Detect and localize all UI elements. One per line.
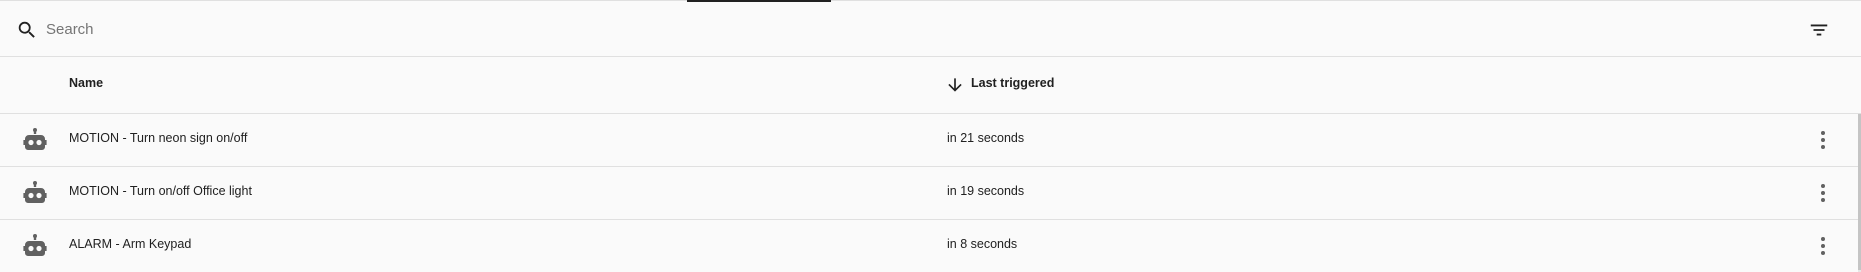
automation-list-page: Name Last triggered MOTION - Turn neon s… [0, 0, 1861, 272]
column-header-name[interactable]: Name [69, 76, 103, 90]
automation-name: MOTION - Turn neon sign on/off [69, 131, 248, 145]
arrow-down-icon[interactable] [945, 75, 965, 95]
robot-icon [23, 234, 47, 256]
filter-icon[interactable] [1808, 19, 1830, 41]
robot-icon [23, 128, 47, 150]
automation-name: ALARM - Arm Keypad [69, 237, 192, 251]
more-vertical-icon[interactable] [1811, 181, 1835, 205]
more-vertical-icon[interactable] [1811, 234, 1835, 258]
table-row[interactable]: MOTION - Turn neon sign on/off in 21 sec… [0, 114, 1861, 167]
table-row[interactable]: MOTION - Turn on/off Office light in 19 … [0, 167, 1861, 220]
table-row[interactable]: ALARM - Arm Keypad in 8 seconds [0, 220, 1861, 272]
table-body: MOTION - Turn neon sign on/off in 21 sec… [0, 114, 1861, 272]
search-bar [0, 1, 1861, 57]
search-input[interactable] [46, 17, 1746, 41]
column-header-last-triggered[interactable]: Last triggered [971, 76, 1054, 90]
table-header: Name Last triggered [0, 57, 1861, 114]
last-triggered-value: in 19 seconds [947, 184, 1025, 198]
search-icon [18, 21, 35, 38]
last-triggered-value: in 8 seconds [947, 237, 1018, 251]
robot-icon [23, 181, 47, 203]
automation-name: MOTION - Turn on/off Office light [69, 184, 252, 198]
more-vertical-icon[interactable] [1811, 128, 1835, 152]
last-triggered-value: in 21 seconds [947, 131, 1025, 145]
